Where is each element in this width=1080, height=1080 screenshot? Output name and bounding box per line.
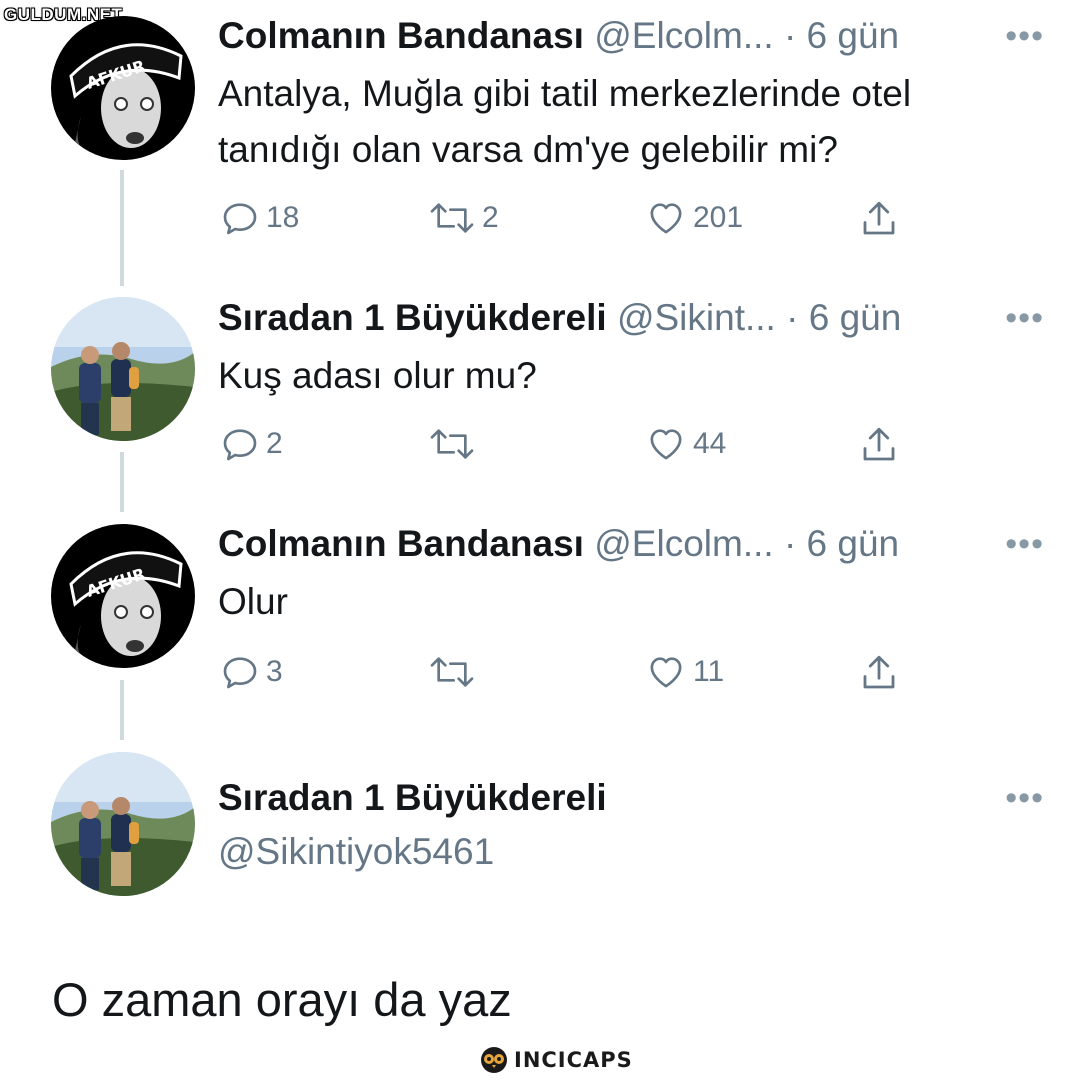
- avatar[interactable]: AFKUR: [51, 524, 195, 668]
- avatar[interactable]: [51, 752, 195, 896]
- reply-count: 2: [266, 427, 283, 460]
- tweet-header: Colmanın Bandanası @Elcolm... · 6 gün: [218, 14, 899, 58]
- author-name[interactable]: Colmanın Bandanası: [218, 15, 584, 56]
- reply-button[interactable]: 3: [220, 652, 283, 692]
- main-tweet-handle-row: @Sikintiyok5461: [218, 830, 494, 874]
- author-handle[interactable]: @Elcolm...: [594, 15, 773, 56]
- reply-button[interactable]: 2: [220, 424, 283, 464]
- share-icon: [863, 655, 895, 689]
- reply-count: 18: [266, 201, 300, 234]
- like-count: 11: [693, 655, 725, 688]
- retweet-icon: [430, 429, 474, 459]
- afkur-bandana-avatar-icon: AFKUR: [51, 524, 195, 668]
- share-button[interactable]: [858, 424, 900, 466]
- reply-button[interactable]: 18: [220, 198, 299, 238]
- tweet-time[interactable]: 6 gün: [807, 523, 900, 564]
- like-count: 201: [693, 201, 744, 234]
- author-handle[interactable]: @Sikint...: [617, 297, 776, 338]
- author-handle[interactable]: @Sikintiyok5461: [218, 831, 494, 872]
- footer-logo-text: INCICAPS: [514, 1048, 633, 1072]
- tweet-time[interactable]: 6 gün: [807, 15, 900, 56]
- outdoor-photo-avatar-icon: [51, 297, 195, 441]
- tweet-text-line: Olur: [218, 581, 288, 622]
- share-icon: [863, 427, 895, 461]
- outdoor-photo-avatar-icon: [51, 752, 195, 896]
- retweet-icon: [430, 203, 474, 233]
- tweet-text-line: tanıdığı olan varsa dm'ye gelebilir mi?: [218, 129, 838, 170]
- thread-line: [120, 170, 124, 286]
- like-button[interactable]: 44: [645, 424, 726, 464]
- retweet-icon: [430, 657, 474, 687]
- more-options-icon[interactable]: •••: [1005, 19, 1044, 53]
- more-options-icon[interactable]: •••: [1005, 301, 1044, 335]
- tweet-text-line: Antalya, Muğla gibi tatil merkezlerinde …: [218, 73, 912, 114]
- heart-icon: [650, 657, 682, 688]
- reply-icon: [223, 429, 257, 461]
- more-options-icon[interactable]: •••: [1005, 527, 1044, 561]
- separator-dot: ·: [783, 15, 797, 56]
- thread-line: [120, 452, 124, 512]
- author-name[interactable]: Sıradan 1 Büyükdereli: [218, 777, 607, 818]
- reply-count: 3: [266, 655, 283, 688]
- retweet-button[interactable]: 2: [428, 198, 499, 238]
- reply-icon: [223, 203, 257, 235]
- retweet-button[interactable]: [428, 652, 482, 692]
- retweet-count: 2: [482, 201, 499, 234]
- avatar[interactable]: AFKUR: [51, 16, 195, 160]
- tweet-text: Kuş adası olur mu?: [218, 348, 1038, 404]
- heart-icon: [650, 429, 682, 460]
- afkur-bandana-avatar-icon: AFKUR: [51, 16, 195, 160]
- tweet-time[interactable]: 6 gün: [809, 297, 902, 338]
- footer-logo: INCICAPS: [480, 1046, 633, 1074]
- share-icon: [863, 201, 895, 235]
- like-count: 44: [693, 427, 727, 460]
- like-button[interactable]: 201: [645, 198, 743, 238]
- main-tweet-author: Sıradan 1 Büyükdereli: [218, 776, 607, 820]
- share-button[interactable]: [858, 198, 900, 240]
- tweet-text: Antalya, Muğla gibi tatil merkezlerinde …: [218, 66, 1038, 178]
- like-button[interactable]: 11: [645, 652, 724, 692]
- separator-dot: ·: [783, 523, 797, 564]
- tweet-header: Colmanın Bandanası @Elcolm... · 6 gün: [218, 522, 899, 566]
- heart-icon: [650, 203, 682, 234]
- avatar[interactable]: [51, 297, 195, 441]
- share-button[interactable]: [858, 652, 900, 694]
- reply-icon: [223, 657, 257, 689]
- tweet-header: Sıradan 1 Büyükdereli @Sikint... · 6 gün: [218, 296, 901, 340]
- tweet-text: Olur: [218, 574, 1038, 630]
- author-name[interactable]: Sıradan 1 Büyükdereli: [218, 297, 607, 338]
- separator-dot: ·: [786, 297, 799, 338]
- more-options-icon[interactable]: •••: [1005, 781, 1044, 815]
- tweet-text-line: Kuş adası olur mu?: [218, 355, 537, 396]
- author-name[interactable]: Colmanın Bandanası: [218, 523, 584, 564]
- retweet-button[interactable]: [428, 424, 482, 464]
- owl-icon: [481, 1047, 507, 1073]
- author-handle[interactable]: @Elcolm...: [594, 523, 773, 564]
- thread-line: [120, 680, 124, 740]
- main-tweet-text: O zaman orayı da yaz: [52, 973, 512, 1026]
